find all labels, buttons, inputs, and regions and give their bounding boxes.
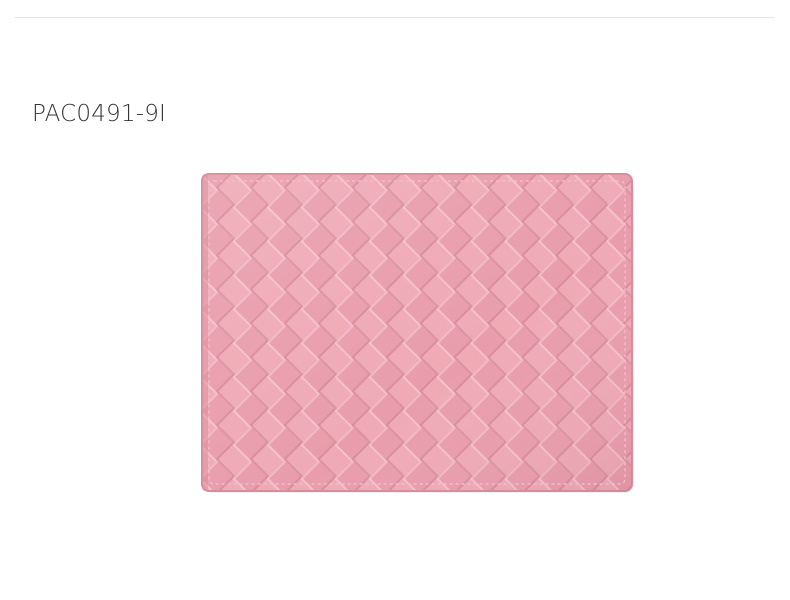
wallet-illustration [201,173,634,493]
top-divider [15,17,775,18]
product-code: PAC0491-9I [32,101,167,127]
product-page: PAC0491-9I [0,0,790,600]
product-image [200,172,636,495]
